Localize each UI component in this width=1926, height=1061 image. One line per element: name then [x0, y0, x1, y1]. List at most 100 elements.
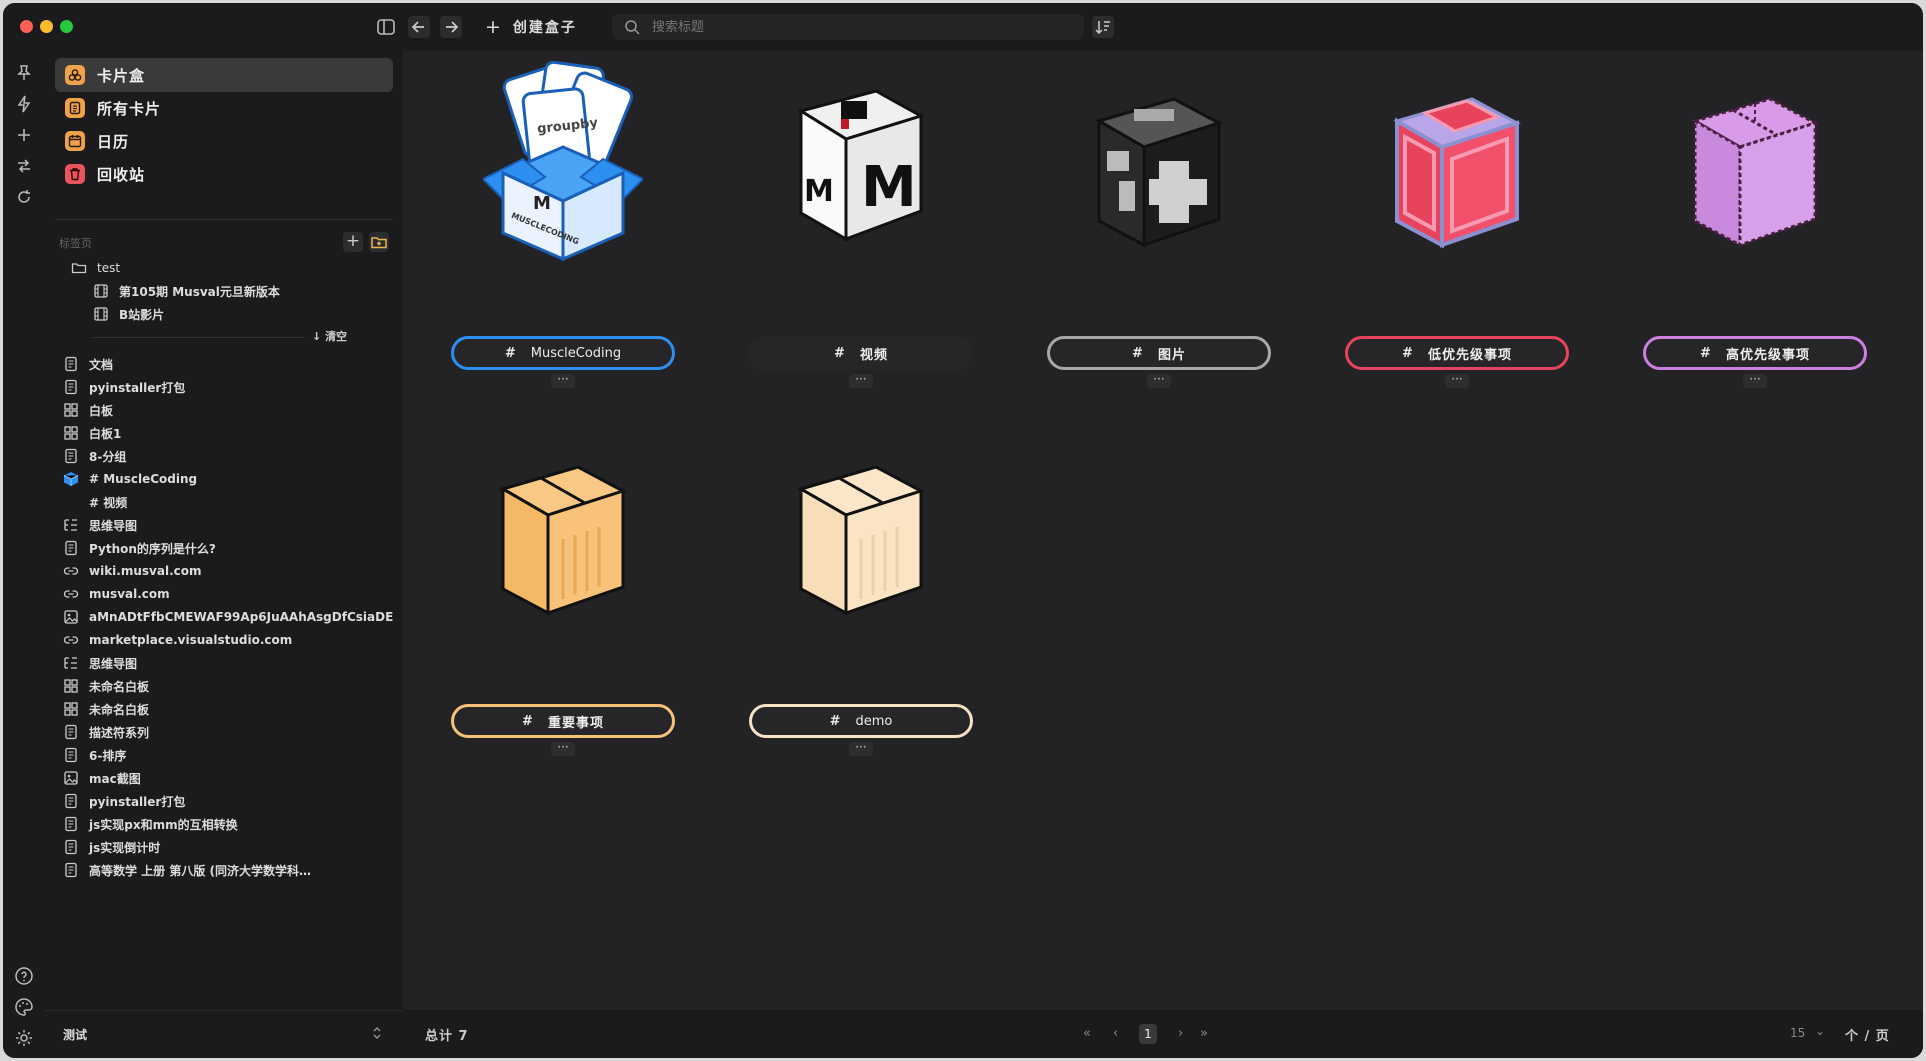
nav-trash[interactable]: 回收站: [55, 157, 393, 191]
box-tag-pill[interactable]: # 重要事项: [451, 704, 675, 738]
search-input[interactable]: [652, 19, 1052, 35]
tag-label: 白板1: [89, 426, 122, 441]
total-count: 总计 7: [425, 1029, 469, 1044]
more-options-icon[interactable]: ···: [551, 741, 575, 756]
box-card-musclecoding[interactable]: groupby MUSCLECODING M # MuscleCoding ···: [443, 61, 683, 388]
lightning-icon[interactable]: [14, 94, 34, 114]
box-card-demo[interactable]: # demo ···: [741, 429, 981, 756]
svg-text:M: M: [533, 193, 551, 214]
box-grid: groupby MUSCLECODING M # MuscleCoding ···…: [403, 51, 1923, 1010]
more-options-icon[interactable]: ···: [849, 373, 873, 388]
tag-label: 描述符系列: [89, 725, 150, 740]
prev-page-icon[interactable]: ‹: [1113, 1026, 1118, 1041]
toggle-sidebar-icon[interactable]: [376, 17, 396, 37]
nav-label: 日历: [97, 132, 130, 151]
current-page[interactable]: 1: [1139, 1024, 1157, 1044]
trash-icon: [65, 164, 85, 184]
create-box-button[interactable]: + 创建盒子: [485, 15, 577, 39]
box-tag-pill[interactable]: # 图片: [1047, 336, 1271, 370]
nav-label: 回收站: [97, 165, 146, 184]
next-page-icon[interactable]: ›: [1178, 1026, 1183, 1041]
tree-label: test: [97, 261, 121, 275]
document-icon: [63, 839, 79, 855]
tag-label: Python的序列是什么?: [89, 541, 216, 556]
tag-list-item[interactable]: 高等数学 上册 第八版 (同济大学数学科…: [63, 857, 393, 883]
box-card-important[interactable]: # 重要事项 ···: [443, 429, 683, 756]
box-tag-pill[interactable]: # 低优先级事项: [1345, 336, 1569, 370]
clear-button[interactable]: ↓ 清空: [312, 328, 347, 344]
settings-gear-icon[interactable]: [14, 1028, 34, 1048]
tag-label: js实现px和mm的互相转换: [89, 817, 238, 832]
more-options-icon[interactable]: ···: [1147, 373, 1171, 388]
search-icon: [624, 19, 640, 35]
clear-label: 清空: [325, 330, 348, 343]
nav-card-box[interactable]: 卡片盒: [55, 58, 393, 92]
box-card-video[interactable]: M M # 视频 ···: [741, 61, 981, 388]
footer-bar: 总计 7 « ‹ 1 › » 15 ⌄ 个 / 页: [403, 1010, 1923, 1058]
tag-label: 思维导图: [89, 656, 138, 671]
help-icon[interactable]: [14, 966, 34, 986]
hash-icon: #: [522, 713, 534, 729]
whiteboard-icon: [63, 425, 79, 441]
box-tag-pill[interactable]: # 高优先级事项: [1643, 336, 1867, 370]
box-card-high-priority[interactable]: # 高优先级事项 ···: [1635, 61, 1875, 388]
gray-puzzle-cube-illustration: [1095, 97, 1223, 248]
maximize-window-button[interactable]: [60, 20, 73, 33]
search-bar[interactable]: [612, 14, 1084, 40]
more-options-icon[interactable]: ···: [551, 373, 575, 388]
film-icon: [93, 306, 109, 322]
box-label: MuscleCoding: [530, 345, 622, 361]
box-tag-pill[interactable]: # 视频: [749, 336, 973, 370]
box-tag-pill[interactable]: # MuscleCoding: [451, 336, 675, 370]
pin-icon[interactable]: [14, 63, 34, 83]
back-arrow-icon[interactable]: [408, 16, 430, 38]
box-icon: [63, 471, 79, 487]
app-window: + 创建盒子 搜索标题 卡片盒 所有卡片 日历 回收站 标签页 + test 第…: [3, 3, 1923, 1058]
tag-label: 未命名白板: [89, 702, 150, 717]
purple-cube-illustration: [1691, 97, 1819, 248]
sort-icon[interactable]: [1092, 16, 1114, 38]
forward-arrow-icon[interactable]: [440, 16, 462, 38]
tag-label: 6-排序: [89, 748, 127, 763]
more-options-icon[interactable]: ···: [1445, 373, 1469, 388]
new-folder-button[interactable]: [369, 232, 389, 252]
mindmap-icon: [63, 517, 79, 533]
close-window-button[interactable]: [20, 20, 33, 33]
link-icon: [63, 632, 79, 648]
document-icon: [63, 379, 79, 395]
more-options-icon[interactable]: ···: [849, 741, 873, 756]
svg-text:M: M: [804, 174, 834, 209]
refresh-search-icon[interactable]: [14, 187, 34, 207]
image-icon: [63, 770, 79, 786]
minimize-window-button[interactable]: [40, 20, 53, 33]
nav-calendar[interactable]: 日历: [55, 124, 393, 158]
box-label: 图片: [1157, 347, 1186, 363]
add-icon[interactable]: [14, 125, 34, 145]
icon-rail: [3, 51, 45, 1058]
document-icon: [63, 356, 79, 372]
chevron-down-icon[interactable]: ⌄: [1815, 1024, 1825, 1038]
workspace-switcher[interactable]: 测试: [45, 1010, 403, 1058]
palette-icon[interactable]: [14, 997, 34, 1017]
tag-label: musval.com: [89, 587, 170, 601]
document-icon: [63, 793, 79, 809]
first-page-icon[interactable]: «: [1083, 1026, 1091, 1041]
last-page-icon[interactable]: »: [1200, 1026, 1208, 1041]
document-icon: [63, 540, 79, 556]
chevron-up-down-icon: [371, 1025, 383, 1045]
link-icon: [63, 586, 79, 602]
import-icon[interactable]: [14, 156, 34, 176]
box-card-low-priority[interactable]: # 低优先级事项 ···: [1337, 61, 1577, 388]
nav-all-cards[interactable]: 所有卡片: [55, 91, 393, 125]
tree-item[interactable]: B站影片: [93, 301, 403, 327]
add-tag-button[interactable]: +: [343, 232, 363, 252]
box-card-images[interactable]: # 图片 ···: [1039, 61, 1279, 388]
create-box-label: 创建盒子: [512, 20, 577, 36]
plus-icon: +: [485, 16, 503, 38]
tag-label: 思维导图: [89, 518, 138, 533]
page-size-select[interactable]: 15: [1790, 1026, 1805, 1040]
calendar-icon: [65, 131, 85, 151]
more-options-icon[interactable]: ···: [1743, 373, 1767, 388]
box-tag-pill[interactable]: # demo: [749, 704, 973, 738]
tag-label: wiki.musval.com: [89, 564, 202, 578]
